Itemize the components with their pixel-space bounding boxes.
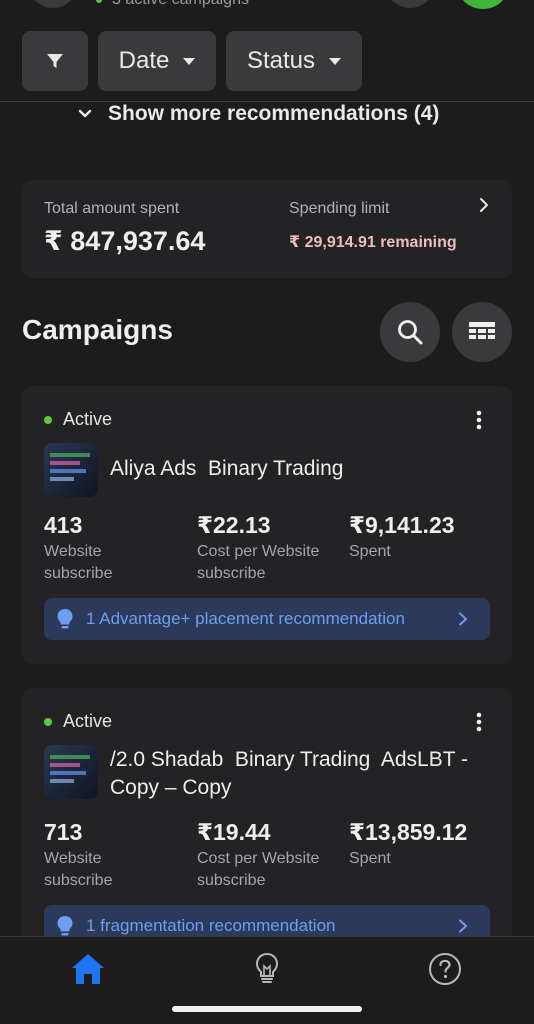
table-icon — [469, 322, 495, 339]
filter-bar: Date Status — [22, 31, 362, 91]
spending-limit-label: Spending limit — [289, 200, 390, 217]
campaign-thumbnail — [44, 443, 98, 497]
total-spent-value: ₹ 847,937.64 — [44, 226, 206, 256]
campaign-thumbnail — [44, 745, 98, 799]
metric-label: Cost per Website subscribe — [197, 543, 320, 582]
spending-summary-card[interactable]: Total amount spent ₹ 847,937.64 Spending… — [22, 180, 512, 278]
date-label: Date — [118, 47, 170, 74]
metric-value: ₹9,141.23 — [349, 512, 455, 538]
more-options-icon[interactable] — [476, 712, 482, 732]
metric-value: 713 — [44, 819, 83, 845]
top-header-partial: 3 active campaigns — [0, 0, 534, 12]
metric-value: ₹13,859.12 — [349, 819, 468, 845]
metric-cost-per-result: ₹22.13 Cost per Website subscribe — [197, 512, 319, 585]
date-dropdown[interactable]: Date — [98, 31, 216, 91]
columns-button[interactable] — [452, 302, 512, 362]
create-button[interactable] — [456, 0, 510, 9]
campaign-status: Active — [44, 711, 112, 732]
campaign-name: /2.0 Shadab Binary Trading AdsLBT - Copy… — [110, 748, 468, 799]
search-button[interactable] — [380, 302, 440, 362]
recommendation-text: 1 Advantage+ placement recommendation — [86, 609, 405, 628]
metric-value: ₹19.44 — [197, 819, 271, 845]
lightbulb-icon — [57, 609, 73, 629]
metric-value: 413 — [44, 512, 83, 538]
metric-label: Website subscribe — [44, 850, 113, 889]
nav-home[interactable] — [68, 949, 108, 989]
show-more-recommendations-button[interactable]: Show more recommendations (4) — [78, 101, 439, 127]
nav-recommendations[interactable] — [247, 949, 287, 989]
active-dot-icon — [44, 415, 52, 424]
campaign-status-label: Active — [63, 711, 113, 731]
chevron-right-icon — [459, 612, 467, 626]
metric-results: 413 Website subscribe — [44, 512, 112, 585]
lightbulb-icon — [255, 952, 279, 983]
active-campaigns-subtitle: 3 active campaigns — [112, 0, 249, 9]
campaigns-title: Campaigns — [22, 314, 173, 345]
campaign-status: Active — [44, 409, 112, 430]
total-spent-label: Total amount spent — [44, 200, 180, 217]
campaign-name: Aliya Ads Binary Trading — [110, 457, 344, 480]
active-dot-icon — [96, 0, 102, 3]
metric-value: ₹22.13 — [197, 512, 271, 538]
more-options-icon[interactable] — [476, 410, 482, 430]
home-indicator — [172, 1006, 362, 1012]
caret-down-icon — [183, 57, 196, 65]
metric-spent: ₹13,859.12 Spent — [349, 819, 467, 870]
metric-label: Spent — [349, 543, 391, 560]
metric-label: Spent — [349, 850, 391, 867]
active-dot-icon — [44, 717, 52, 726]
recommendation-text: 1 fragmentation recommendation — [86, 916, 336, 935]
status-dropdown[interactable]: Status — [226, 31, 362, 91]
caret-down-icon — [329, 57, 342, 65]
filter-icon — [47, 54, 63, 68]
metric-label: Cost per Website subscribe — [197, 850, 320, 889]
recommendation-banner[interactable]: 1 Advantage+ placement recommendation — [44, 598, 490, 640]
metric-results: 713 Website subscribe — [44, 819, 112, 892]
lightbulb-icon — [57, 916, 73, 936]
metric-spent: ₹9,141.23 Spent — [349, 512, 455, 563]
metric-label: Website subscribe — [44, 543, 113, 582]
show-more-label: Show more recommendations (4) — [108, 102, 440, 125]
campaign-card[interactable]: Active /2.0 Shadab Binary Trading AdsLBT… — [22, 688, 512, 948]
chevron-right-icon — [459, 919, 467, 933]
campaign-status-label: Active — [63, 409, 113, 429]
status-label: Status — [246, 47, 316, 74]
search-icon — [398, 320, 423, 345]
header-action-button[interactable] — [385, 0, 435, 8]
campaign-card[interactable]: Active Aliya Ads Binary Trading 413 Webs… — [22, 386, 512, 664]
nav-help[interactable] — [425, 949, 465, 989]
metric-cost-per-result: ₹19.44 Cost per Website subscribe — [197, 819, 319, 892]
home-icon — [72, 954, 104, 984]
chevron-right-icon — [480, 198, 488, 212]
help-icon — [429, 953, 461, 985]
filter-button[interactable] — [22, 31, 88, 91]
spending-limit-remaining: ₹ 29,914.91 remaining — [289, 234, 457, 251]
chevron-down-icon — [78, 109, 92, 118]
back-button[interactable] — [28, 0, 78, 8]
